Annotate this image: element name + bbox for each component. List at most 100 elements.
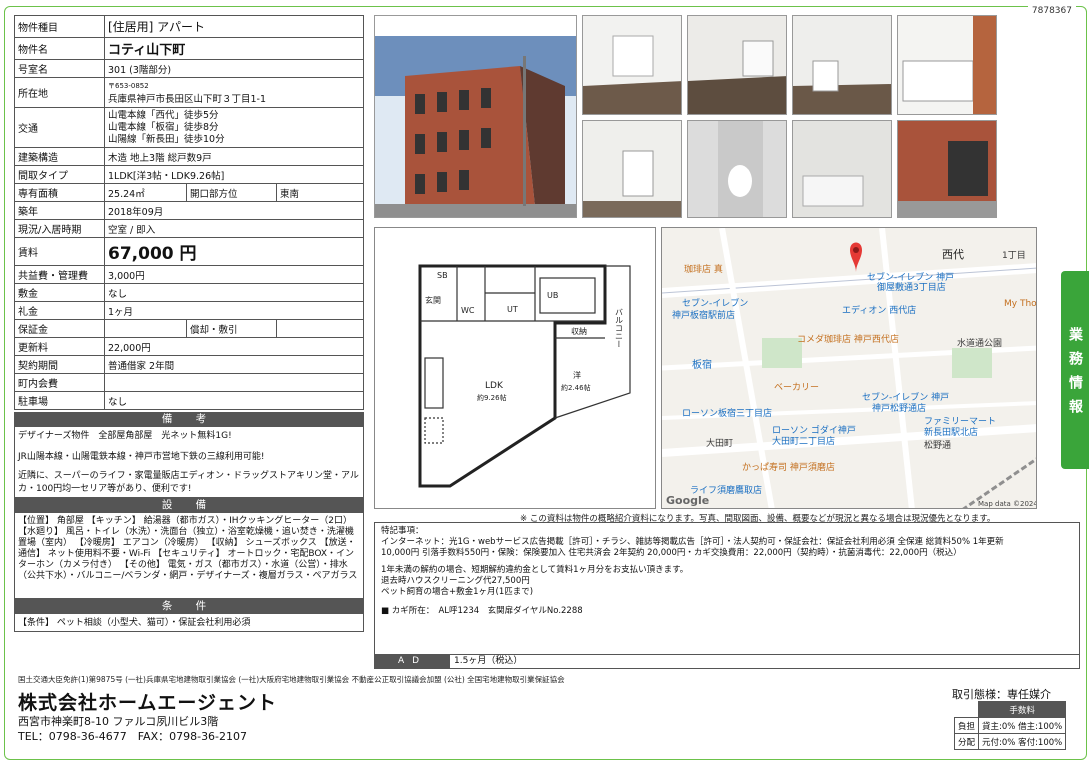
deposit-label: 敷金: [14, 283, 105, 302]
document-number: 7878367: [1027, 6, 1076, 16]
status-label: 現況/入居時期: [14, 219, 105, 238]
room-photo[interactable]: [687, 15, 787, 115]
address-value: 兵庫県神戸市長田区山下町３丁目1-1: [108, 93, 267, 105]
license-text: 国土交通大臣免許(1)第9875号 (一社)兵庫県宅地建物取引業協会 (一社)大…: [18, 675, 565, 684]
remarks-line: JR山陽本線・山陽電鉄本線・神戸市営地下鉄の三線利用可能!: [18, 451, 265, 462]
opening-label: 開口部方位: [186, 183, 277, 202]
special-line: ■ カギ所在： AL呼1234 玄関扉ダイヤルNo.2288: [381, 606, 583, 616]
contract-label: 契約期間: [14, 355, 105, 374]
ad-row: AD 1.5ヶ月（税込）: [374, 654, 1080, 669]
company-name: 株式会社ホームエージェント: [18, 692, 278, 714]
transport-line: 山電本線「板宿」徒歩8分: [108, 121, 219, 133]
special-notes: 特記事項： インターネット：光1G・webサービス広告掲載［許可］・チラシ、雑誌…: [374, 522, 1080, 669]
map-label: エディオン 西代店: [842, 304, 916, 316]
fee-value: 元付:0% 客付:100%: [978, 733, 1067, 750]
special-line: ペット飼育の場合+敷金1ヶ月(1匹まで): [381, 587, 534, 597]
fee-key: 分配: [953, 733, 980, 750]
special-title: 特記事項：: [381, 526, 424, 536]
room-image: [688, 16, 786, 114]
town-fee-label: 町内会費: [14, 373, 105, 392]
parking-label: 駐車場: [14, 391, 105, 410]
fp-western: 洋: [573, 370, 581, 380]
special-line: 1年未満の解約の場合、短期解約違約金として賃料1ヶ月分をお支払い頂きます。: [381, 565, 689, 575]
company-phone: TEL：0798-36-4677 FAX：0798-36-2107: [18, 730, 248, 743]
fee-table: 手数料 負担 貸主:0% 借主:100% 分配 元付:0% 客付:100%: [953, 701, 1067, 750]
room-photo[interactable]: [582, 15, 682, 115]
property-table: 物件種目 [住居用] アパート 物件名 コティ山下町 号室名 301 (3階部分) 所…: [14, 15, 364, 410]
washroom-photo[interactable]: [582, 120, 682, 218]
fp-western-size: 約2.46帖: [561, 383, 591, 392]
type-value: [住居用] アパート: [104, 15, 364, 38]
fp-ldk-size: 約9.26帖: [477, 393, 507, 402]
postal-code: 〒653-0852: [108, 81, 149, 90]
map-label: ベーカリー: [774, 382, 819, 393]
name-label: 物件名: [14, 37, 105, 60]
special-spacer: [381, 598, 1073, 606]
entrance-photo[interactable]: [897, 120, 997, 218]
special-line: 退去時ハウスクリーニング代27,500円: [381, 576, 530, 586]
remarks-line: デザイナーズ物件 全部屋角部屋 光ネット無料1G!: [18, 431, 232, 441]
transport-line: 山電本線「西代」徒歩5分: [108, 109, 219, 121]
conditions-header: 条 件: [14, 599, 364, 614]
fp-wc: WC: [461, 306, 475, 315]
remarks-box: デザイナーズ物件 全部屋角部屋 光ネット無料1G! JR山陽本線・山陽電鉄本線・…: [14, 427, 364, 498]
keymoney-value: 1ヶ月: [104, 301, 364, 320]
washroom-image: [583, 121, 681, 217]
ad-label: AD: [375, 655, 450, 668]
fp-ut: UT: [507, 305, 518, 314]
bathroom-image: [793, 121, 891, 217]
map-label: 神戸板宿駅前店: [672, 309, 735, 321]
deposit-value: なし: [104, 283, 364, 302]
toilet-photo[interactable]: [687, 120, 787, 218]
map-label: セブン-イレブン 神戸: [867, 271, 954, 283]
room-photo[interactable]: [792, 15, 892, 115]
toilet-image: [688, 121, 786, 217]
transport-label: 交通: [14, 107, 105, 148]
kitchen-photo[interactable]: [897, 15, 997, 115]
map-label: 松野通: [924, 439, 951, 451]
building-photo[interactable]: [374, 15, 577, 218]
type-label: 物件種目: [14, 15, 105, 38]
address-label: 所在地: [14, 77, 105, 108]
area-map[interactable]: 西代 1丁目 珈琲店 真 セブン-イレブン 神戸 御屋敷通3丁目店 セブン-イレ…: [661, 227, 1037, 509]
map-label: 神戸松野通店: [872, 402, 926, 414]
business-info-tab[interactable]: 業務情報: [1061, 271, 1089, 469]
map-label: ローソン板宿三丁目店: [682, 407, 772, 419]
room-label: 号室名: [14, 59, 105, 78]
area-value: 25.24㎡: [104, 183, 187, 202]
amortize-value: [276, 319, 364, 338]
building-image: [375, 16, 576, 217]
town-fee-value: [104, 373, 364, 392]
guarantee-label: 保証金: [14, 319, 105, 338]
kitchen-image: [898, 16, 996, 114]
remarks-line: 近隣に、スーパーのライフ・家電量販店エディオン・ドラッグストアキリン堂・アルカ・…: [18, 471, 359, 494]
conditions-box: 【条件】 ペット相談（小型犬、猫可）・保証会社利用必須: [14, 614, 364, 632]
room-value: 301 (3階部分): [104, 59, 364, 78]
map-label: かっぱ寿司 神戸須磨店: [742, 461, 835, 473]
keymoney-label: 礼金: [14, 301, 105, 320]
room-image: [793, 16, 891, 114]
map-google: Google: [666, 494, 709, 507]
map-label: My Tho: [1004, 299, 1037, 309]
map-label: 1丁目: [1002, 250, 1026, 261]
map-label: セブン-イレブン 神戸: [862, 391, 949, 403]
special-line: 10,000円 引落手数料550円・保険：保険要加入 住宅共済会 2年契約 20…: [381, 548, 962, 558]
guarantee-value: [104, 319, 187, 338]
fee-title: 手数料: [978, 701, 1067, 718]
room-image: [583, 16, 681, 114]
fee-empty: [955, 702, 979, 718]
company-address: 西宮市神楽町8-10 ファルコ夙川ビル3階: [18, 715, 219, 728]
status-value: 空室 / 即入: [104, 219, 364, 238]
floor-plan-drawing: SB 玄関 WC UT UB 収納 バルコニー LDK 約9.26帖 洋 約2.…: [418, 264, 631, 488]
floor-plan: SB 玄関 WC UT UB 収納 バルコニー LDK 約9.26帖 洋 約2.…: [374, 227, 656, 509]
structure-label: 建築構造: [14, 147, 105, 166]
map-label: 水道通公園: [957, 337, 1002, 349]
map-label: コメダ珈琲店 神戸西代店: [797, 333, 899, 345]
map-label: 珈琲店 真: [684, 263, 723, 275]
fp-ldk: LDK: [485, 381, 504, 391]
fp-balcony: バルコニー: [615, 308, 624, 348]
name-value: コティ山下町: [104, 37, 364, 60]
bathroom-photo[interactable]: [792, 120, 892, 218]
transport-line: 山陽線「新長田」徒歩10分: [108, 133, 225, 145]
parking-value: なし: [104, 391, 364, 410]
